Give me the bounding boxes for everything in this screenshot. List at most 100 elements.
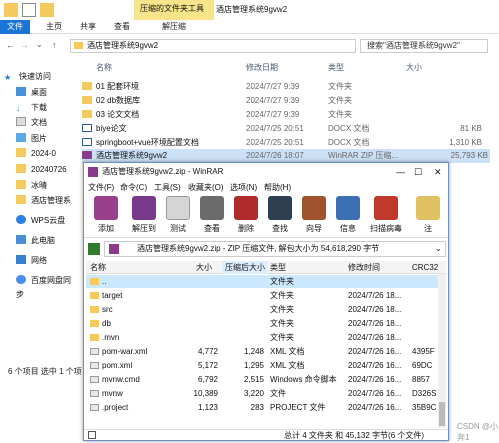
menu-favorites[interactable]: 收藏夹(O) [188, 181, 224, 194]
forward-arrow-icon[interactable]: → [20, 40, 29, 50]
sidebar-item-pictures[interactable]: 图片 [16, 132, 47, 146]
archive-cell-date: 2024/7/26 16... [348, 361, 402, 370]
close-icon[interactable]: ✕ [434, 163, 442, 181]
sidebar-item-folder-1[interactable]: 2024-0 [16, 147, 56, 161]
menu-help[interactable]: 帮助(H) [264, 181, 291, 194]
folder-icon [82, 96, 92, 104]
menu-tools[interactable]: 工具(S) [154, 181, 181, 194]
add-button[interactable]: 添加 [88, 196, 124, 238]
scan-virus-button[interactable]: 扫描病毒 [364, 196, 408, 238]
vertical-scrollbar[interactable] [438, 274, 446, 428]
list-item[interactable]: biye论文 2024/7/25 20:51 DOCX 文档 81 KB [82, 122, 490, 136]
test-button[interactable]: 测试 [160, 196, 196, 238]
menu-file[interactable]: 文件(F) [88, 181, 114, 194]
archive-cell-name: db [102, 319, 111, 328]
archive-row[interactable]: .project 1,123 283 PROJECT 文件 2024/7/26 16..… [86, 401, 438, 414]
archive-row[interactable]: db 文件夹 2024/7/26 18... [86, 317, 438, 330]
address-bar[interactable]: 酒店管理系统9gvw2 [70, 39, 356, 53]
info-button[interactable]: 信息 [330, 196, 366, 238]
sidebar-item-downloads[interactable]: ↓ 下载 [16, 101, 47, 115]
up-arrow-icon[interactable]: ↑ [52, 40, 57, 50]
star-icon: ★ [4, 73, 12, 82]
archive-cell-packed: 1,248 [243, 347, 264, 356]
archive-row[interactable]: mvnw.cmd 6,792 2,515 Windows 命令脚本 2024/7/26 … [86, 373, 438, 386]
archive-row[interactable]: pom.xml 5,172 1,295 XML 文档 2024/7/26 16... 69… [86, 359, 438, 372]
status-bar: 6 个项目 选中 1 个项目 [8, 367, 90, 376]
delete-button[interactable]: 删除 [228, 196, 264, 238]
maximize-icon[interactable]: ☐ [414, 163, 422, 181]
sidebar-item-quick-access[interactable]: ★ 快速访问 [4, 70, 51, 84]
list-item-selected[interactable]: 酒店管理系统9gvw2 2024/7/26 18:07 WinRAR ZIP 压… [82, 149, 490, 163]
tab-file[interactable]: 文件 [0, 20, 30, 34]
column-header-modified[interactable]: 修改日期 [246, 61, 278, 75]
info-icon [336, 196, 360, 220]
sidebar-item-documents[interactable]: 文档 [16, 116, 47, 130]
archive-row[interactable]: .mvn 文件夹 2024/7/26 18... [86, 331, 438, 344]
sidebar-item-folder-3[interactable]: 冰晴 [16, 179, 47, 193]
list-item[interactable]: 02 db数据库 2024/7/27 9:39 文件夹 [82, 94, 490, 108]
sidebar-item-folder-4[interactable]: 酒店管理系 [16, 194, 71, 208]
column-header-type[interactable]: 类型 [270, 261, 286, 274]
view-button[interactable]: 查看 [194, 196, 230, 238]
folder-icon [90, 278, 99, 285]
folder-icon [90, 320, 99, 327]
archive-row[interactable]: .. 文件夹 [86, 275, 438, 288]
scrollbar-thumb[interactable] [439, 402, 445, 426]
back-arrow-icon[interactable]: ← [6, 40, 15, 50]
archive-cell-crc: 35B9C [412, 403, 437, 412]
compressed-tools-tab[interactable]: 压缩的文件夹工具 [134, 0, 214, 20]
column-header-size[interactable]: 大小 [406, 61, 422, 75]
column-header-crc[interactable]: CRC32 [412, 261, 438, 274]
list-item[interactable]: 01 配套环境 2024/7/27 9:39 文件夹 [82, 80, 490, 94]
folder-icon [90, 334, 99, 341]
archive-cell-size: 10,389 [193, 389, 218, 398]
file-icon [90, 390, 99, 397]
archive-path-bar[interactable]: 酒店管理系统9gvw2.zip - ZIP 压缩文件, 解包大小为 54,618… [104, 241, 446, 257]
archive-row[interactable]: target 文件夹 2024/7/26 18... [86, 289, 438, 302]
sidebar-item-this-pc[interactable]: 此电脑 [16, 234, 55, 248]
search-input[interactable]: 搜索"酒店管理系统9gvw2" [360, 39, 488, 53]
wizard-button[interactable]: 向导 [296, 196, 332, 238]
file-icon [90, 404, 99, 411]
list-item[interactable]: 03 论文文档 2024/7/27 9:39 文件夹 [82, 108, 490, 122]
column-header-name[interactable]: 名称 [96, 61, 112, 75]
archive-row[interactable]: pom-war.xml 4,772 1,248 XML 文档 2024/7/26 16.… [86, 345, 438, 358]
find-button[interactable]: 查找 [262, 196, 298, 238]
up-folder-icon[interactable] [88, 243, 100, 255]
sidebar-item-baidu-sync[interactable]: 百度网盘同步 [16, 274, 75, 299]
archive-row[interactable]: mvnw 10,389 3,220 文件 2024/7/26 16... D326S [86, 387, 438, 400]
desktop-icon [16, 87, 26, 96]
sidebar-item-folder-2[interactable]: 20240726 [16, 163, 67, 177]
archive-cell-name: .. [102, 277, 107, 286]
tab-extract[interactable]: 解压缩 [162, 20, 186, 34]
column-header-name[interactable]: 名称 [90, 261, 106, 274]
sidebar-item-wps-cloud[interactable]: WPS云盘 [16, 214, 65, 228]
download-icon: ↓ [16, 104, 20, 113]
column-header-modified[interactable]: 修改时间 [348, 261, 380, 274]
comment-button[interactable]: 注 [414, 196, 442, 238]
column-header-size[interactable]: 大小 [196, 261, 212, 274]
new-folder-icon[interactable] [40, 3, 54, 17]
column-header-packed[interactable]: 压缩后大小 [222, 261, 268, 274]
chevron-down-icon[interactable]: ⌄ [435, 242, 442, 256]
archive-cell-size: 1,123 [197, 403, 218, 412]
tab-share[interactable]: 共享 [80, 20, 96, 34]
menu-command[interactable]: 命令(C) [120, 181, 147, 194]
sidebar-item-network[interactable]: 网络 [16, 254, 47, 268]
archive-cell-date: 2024/7/26 18... [348, 291, 402, 300]
archive-row[interactable]: src 文件夹 2024/7/26 18... [86, 303, 438, 316]
archive-cell-type: 文件夹 [270, 333, 294, 342]
sidebar-item-desktop[interactable]: 桌面 [16, 86, 47, 100]
checkbox-icon[interactable] [22, 3, 36, 17]
column-header-type[interactable]: 类型 [328, 61, 344, 75]
extract-to-button[interactable]: 解压到 [126, 196, 162, 238]
minimize-icon[interactable]: — [396, 163, 405, 181]
menu-options[interactable]: 选项(N) [230, 181, 257, 194]
list-item[interactable]: springboot+vue环境配置文档 2024/7/25 20:51 DOC… [82, 136, 490, 150]
archive-cell-type: Windows 命令脚本 [270, 375, 337, 384]
zip-icon [109, 244, 119, 254]
recent-dropdown-icon[interactable]: ⌄ [36, 40, 43, 49]
tab-home[interactable]: 主页 [46, 20, 62, 34]
archive-cell-date: 2024/7/26 18... [348, 305, 402, 314]
tab-view[interactable]: 查看 [114, 20, 130, 34]
